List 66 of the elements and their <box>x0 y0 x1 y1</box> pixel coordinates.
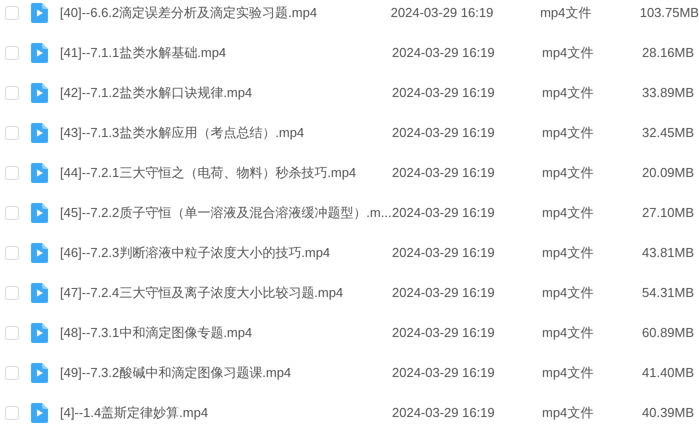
file-size: 43.81MB <box>642 244 694 262</box>
file-size: 27.10MB <box>642 204 694 222</box>
file-name[interactable]: [43]--7.1.3盐类水解应用（考点总结）.mp4 <box>60 123 392 143</box>
file-type: mp4文件 <box>542 44 594 62</box>
modified-date: 2024-03-29 16:19 <box>392 244 496 262</box>
file-name[interactable]: [44]--7.2.1三大守恒之（电荷、物料）秒杀技巧.mp4 <box>60 163 392 183</box>
file-size: 33.89MB <box>642 84 694 102</box>
modified-date: 2024-03-29 16:19 <box>392 404 496 422</box>
checkbox[interactable] <box>5 406 19 420</box>
checkbox[interactable] <box>5 86 19 100</box>
checkbox[interactable] <box>5 6 19 20</box>
video-file-icon <box>31 163 48 183</box>
checkbox[interactable] <box>5 166 19 180</box>
file-type: mp4文件 <box>542 324 594 342</box>
file-type: mp4文件 <box>542 124 594 142</box>
video-file-icon <box>30 3 48 23</box>
video-file-icon <box>31 43 48 63</box>
video-file-icon <box>31 243 48 263</box>
checkbox[interactable] <box>5 326 19 340</box>
file-name[interactable]: [40]--6.6.2滴定误差分析及滴定实验习题.mp4 <box>60 3 391 23</box>
file-name[interactable]: [47]--7.2.4三大守恒及离子浓度大小比较习题.mp4 <box>60 283 392 303</box>
file-type: mp4文件 <box>542 404 594 422</box>
file-size: 41.40MB <box>642 364 694 382</box>
file-name[interactable]: [4]--1.4盖斯定律妙算.mp4 <box>60 403 392 423</box>
video-file-icon <box>31 283 48 303</box>
file-name[interactable]: [46]--7.2.3判断溶液中粒子浓度大小的技巧.mp4 <box>60 243 392 263</box>
video-file-icon <box>31 363 48 383</box>
modified-date: 2024-03-29 16:19 <box>392 124 496 142</box>
file-size: 32.45MB <box>642 124 694 142</box>
video-file-icon <box>31 123 48 143</box>
modified-date: 2024-03-29 16:19 <box>392 84 496 102</box>
file-type: mp4文件 <box>542 364 594 382</box>
checkbox[interactable] <box>5 206 19 220</box>
file-type: mp4文件 <box>540 4 592 22</box>
file-name[interactable]: [45]--7.2.2质子守恒（单一溶液及混合溶液缓冲题型）.m... <box>60 203 392 223</box>
file-name[interactable]: [41]--7.1.1盐类水解基础.mp4 <box>60 43 392 63</box>
checkbox[interactable] <box>5 246 19 260</box>
video-file-icon <box>31 403 48 423</box>
file-type: mp4文件 <box>542 164 594 182</box>
checkbox[interactable] <box>5 126 19 140</box>
video-file-icon <box>31 203 48 223</box>
video-file-icon <box>31 323 48 343</box>
file-type: mp4文件 <box>542 84 594 102</box>
modified-date: 2024-03-29 16:19 <box>392 204 496 222</box>
file-size: 60.89MB <box>642 324 694 342</box>
file-name[interactable]: [48]--7.3.1中和滴定图像专题.mp4 <box>60 323 392 343</box>
modified-date: 2024-03-29 16:19 <box>392 164 496 182</box>
checkbox[interactable] <box>5 286 19 300</box>
checkbox[interactable] <box>5 46 19 60</box>
file-type: mp4文件 <box>542 204 594 222</box>
modified-date: 2024-03-29 16:19 <box>392 44 496 62</box>
file-size: 103.75MB <box>640 4 699 22</box>
file-size: 40.39MB <box>642 404 694 422</box>
modified-date: 2024-03-29 16:19 <box>392 324 496 342</box>
file-type: mp4文件 <box>542 284 594 302</box>
file-size: 20.09MB <box>642 164 694 182</box>
modified-date: 2024-03-29 16:19 <box>392 284 496 302</box>
file-type: mp4文件 <box>542 244 594 262</box>
modified-date: 2024-03-29 16:19 <box>392 364 496 382</box>
modified-date: 2024-03-29 16:19 <box>390 4 494 22</box>
file-name[interactable]: [42]--7.1.2盐类水解口诀规律.mp4 <box>60 83 392 103</box>
file-size: 28.16MB <box>642 44 694 62</box>
file-name[interactable]: [49]--7.3.2酸碱中和滴定图像习题课.mp4 <box>60 363 392 383</box>
file-size: 54.31MB <box>642 284 694 302</box>
video-file-icon <box>31 83 48 103</box>
checkbox[interactable] <box>5 366 19 380</box>
